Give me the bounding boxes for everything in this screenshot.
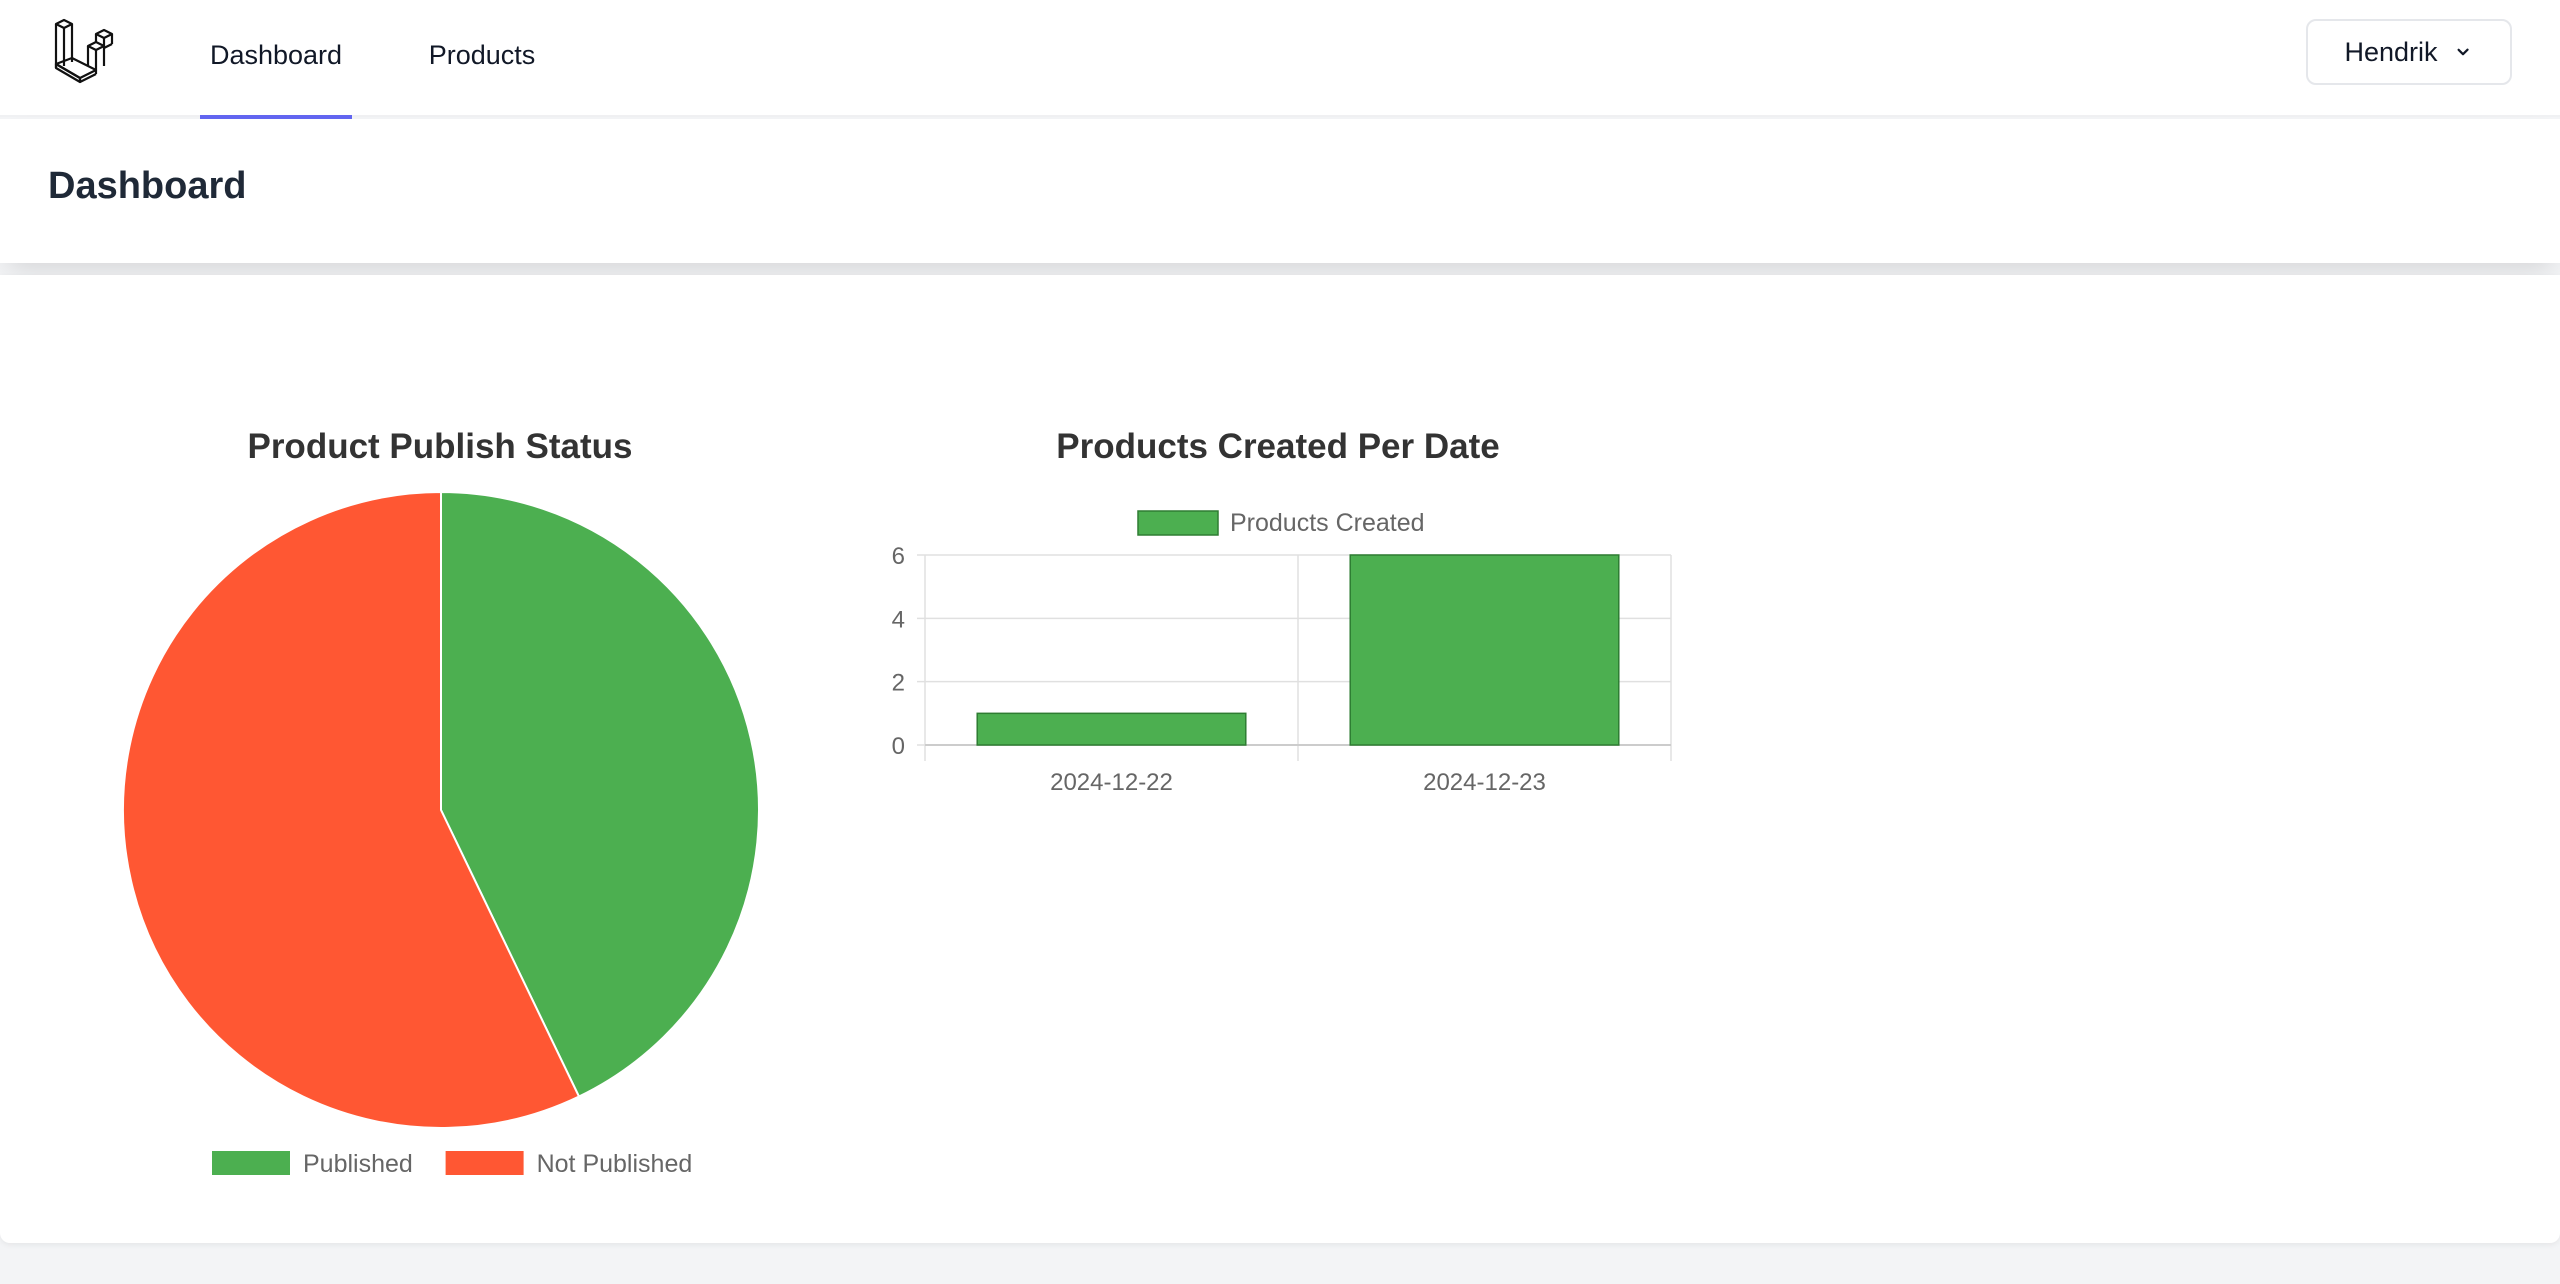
top-navigation: Dashboard Products Hendrik bbox=[0, 0, 2560, 119]
pie-chart: Published Not Published bbox=[122, 490, 760, 1175]
pie-legend-label[interactable]: Not Published bbox=[537, 1150, 693, 1175]
y-tick-label: 4 bbox=[892, 606, 905, 633]
user-name: Hendrik bbox=[2344, 36, 2438, 67]
nav-link-products-label: Products bbox=[428, 40, 536, 70]
y-tick-label: 6 bbox=[892, 543, 905, 570]
nav-link-dashboard-label: Dashboard bbox=[209, 40, 343, 70]
nav-link-products[interactable]: Products bbox=[412, 0, 552, 117]
dashboard-card: Product Publish Status Published Not Publ… bbox=[0, 275, 2560, 1243]
pie-legend-swatch bbox=[212, 1151, 290, 1175]
x-tick-label: 2024-12-23 bbox=[1423, 769, 1546, 796]
laravel-logo-icon[interactable] bbox=[52, 18, 120, 86]
user-menu-button[interactable]: Hendrik bbox=[2306, 19, 2512, 85]
bar-legend-label[interactable]: Products Created bbox=[1230, 509, 1425, 537]
bar-2024-12-23[interactable] bbox=[1349, 554, 1620, 746]
page-header: Dashboard bbox=[0, 119, 2560, 263]
bar-chart: Products Created 0 2 4 6 2024-12-22 2024-12-… bbox=[892, 509, 1672, 796]
pie-legend-swatch bbox=[445, 1151, 524, 1175]
y-tick-label: 0 bbox=[892, 733, 905, 760]
x-tick-label: 2024-12-22 bbox=[1050, 769, 1173, 796]
nav-link-dashboard[interactable]: Dashboard bbox=[200, 0, 352, 119]
y-tick-label: 2 bbox=[892, 670, 905, 697]
chevron-down-icon bbox=[2457, 48, 2469, 56]
pie-legend-label[interactable]: Published bbox=[303, 1150, 413, 1175]
bar-2024-12-22[interactable] bbox=[976, 712, 1247, 746]
bar-legend-swatch bbox=[1137, 510, 1219, 536]
page-title: Dashboard bbox=[48, 165, 247, 207]
